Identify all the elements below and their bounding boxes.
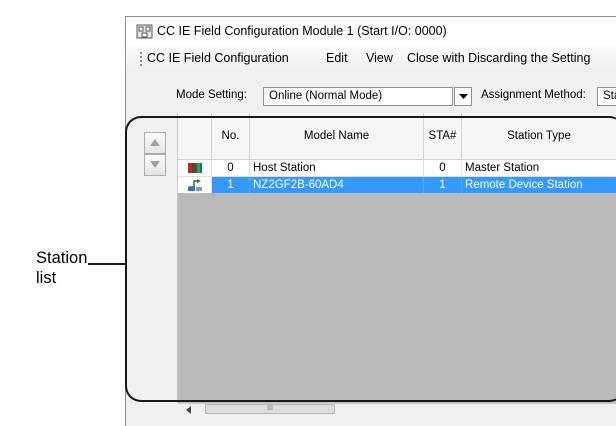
mode-setting-label: Mode Setting: (176, 89, 247, 101)
callout-label-line1: Station (36, 249, 88, 267)
menu-cc-ie-field-configuration[interactable]: CC IE Field Configuration (147, 51, 289, 65)
arrow-left-icon (186, 406, 191, 414)
menu-edit[interactable]: Edit (326, 51, 348, 65)
chevron-down-icon (459, 94, 468, 99)
assignment-method-label: Assignment Method: (481, 89, 586, 101)
callout-label-line2: list (36, 269, 57, 287)
callout-label: Station list (36, 248, 87, 288)
station-list-callout-frame (125, 116, 616, 402)
app-icon (136, 24, 153, 39)
menu-view[interactable]: View (366, 51, 393, 65)
menu-grip[interactable] (140, 52, 142, 66)
scroll-thumb[interactable]: III (205, 404, 335, 414)
mode-dropdown-button[interactable] (454, 87, 472, 106)
window-title: CC IE Field Configuration Module 1 (Star… (157, 24, 447, 38)
menu-close-discard[interactable]: Close with Discarding the Setting (407, 51, 590, 65)
mode-setting-select[interactable]: Online (Normal Mode) (263, 87, 453, 106)
assignment-method-select[interactable]: Sta (597, 87, 616, 106)
scroll-left-button[interactable] (183, 404, 195, 414)
callout-leader-line (88, 263, 126, 265)
